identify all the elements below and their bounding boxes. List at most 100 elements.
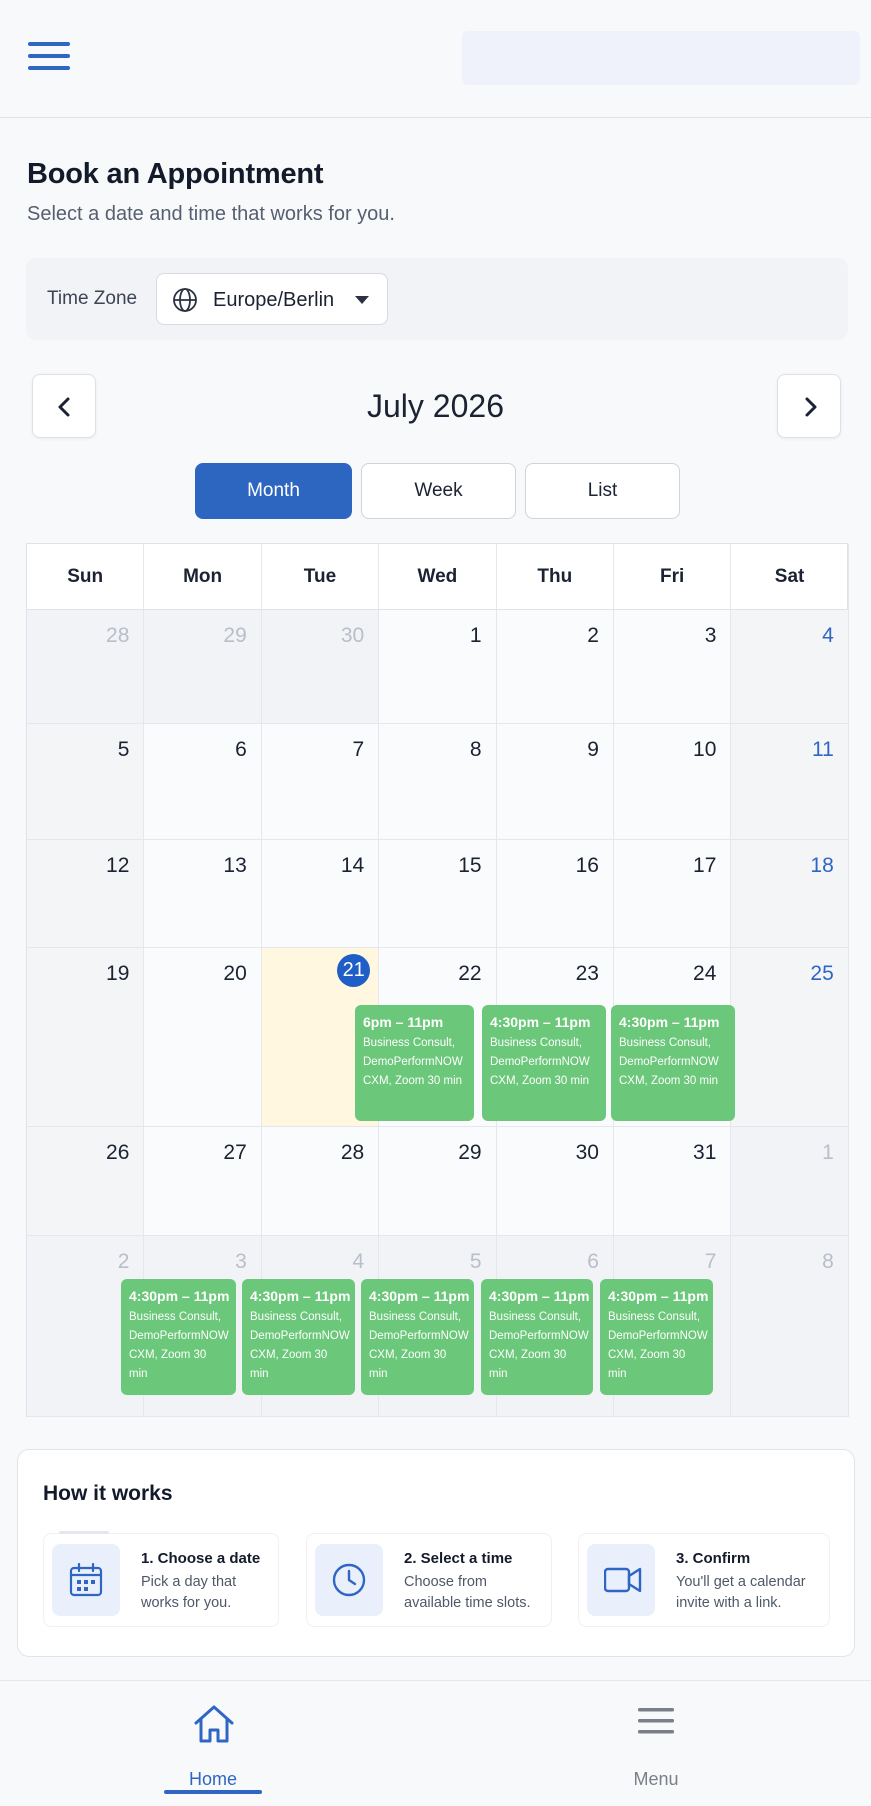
calendar-day-cell[interactable]: 31: [614, 1127, 732, 1236]
hamburger-icon[interactable]: [28, 40, 70, 72]
timezone-label: Time Zone: [47, 288, 138, 309]
calendar-day-cell[interactable]: 20: [144, 948, 262, 1127]
day-number: 25: [810, 962, 834, 985]
day-number: 24: [693, 962, 717, 985]
day-number: 7: [352, 738, 365, 761]
calendar-day-cell[interactable]: 15: [379, 840, 497, 948]
calendar-day-cell[interactable]: 1: [379, 610, 497, 724]
caret-down-icon: [355, 296, 369, 304]
event-description: Business Consult, DemoPerformNOW CXM, Zo…: [250, 1311, 350, 1380]
weekday-header: Mon: [144, 544, 262, 610]
nav-home-label: Home: [188, 1769, 237, 1789]
event-time: 6pm – 11pm: [363, 1014, 444, 1030]
calendar-day-cell[interactable]: 28: [261, 1127, 380, 1236]
day-number: 29: [458, 1141, 482, 1164]
calendar-day-cell[interactable]: 8: [731, 1236, 849, 1417]
view-list-button[interactable]: List: [525, 463, 680, 519]
event-slot[interactable]: 4:30pm – 11pm Business Consult, DemoPerfo…: [611, 1005, 735, 1121]
event-slot[interactable]: 4:30pm – 11pm Business Consult, DemoPerfo…: [482, 1005, 606, 1121]
step-accent: [59, 1531, 109, 1534]
calendar-day-cell[interactable]: 18: [731, 840, 849, 948]
view-month-button[interactable]: Month: [195, 463, 352, 519]
day-number: 7: [704, 1250, 717, 1273]
event-description: Business Consult, DemoPerformNOW CXM, Zo…: [619, 1037, 719, 1087]
calendar-day-cell[interactable]: 7: [261, 724, 380, 840]
weekday-header: Wed: [379, 544, 497, 610]
calendar-day-cell[interactable]: 29: [144, 610, 262, 724]
calendar-day-cell[interactable]: 13: [144, 840, 262, 948]
event-slot[interactable]: 4:30pm – 11pm Business Consult, DemoPerfo…: [361, 1279, 474, 1395]
day-number: 1: [469, 624, 482, 647]
calendar-day-cell[interactable]: 30: [496, 1127, 614, 1236]
day-number: 27: [223, 1141, 247, 1164]
calendar-day-cell[interactable]: 12: [27, 840, 145, 948]
day-number: 23: [575, 962, 599, 985]
day-number: 19: [106, 962, 130, 985]
day-number: 4: [822, 624, 834, 647]
calendar-day-cell[interactable]: 5: [27, 724, 145, 840]
day-number: 26: [106, 1141, 130, 1164]
calendar-day-cell[interactable]: 16: [496, 840, 614, 948]
calendar-day-cell[interactable]: 19: [27, 948, 145, 1127]
event-slot[interactable]: 4:30pm – 11pm Business Consult, DemoPerfo…: [481, 1279, 593, 1395]
calendar-day-cell[interactable]: 14: [261, 840, 380, 948]
view-week-button[interactable]: Week: [361, 463, 516, 519]
calendar-day-cell[interactable]: 27: [144, 1127, 262, 1236]
step-description: You'll get a calendar invite with a link…: [676, 1574, 806, 1611]
step-title: 1. Choose a date: [141, 1550, 261, 1567]
day-number: 22: [458, 962, 482, 985]
day-number: 5: [117, 738, 130, 761]
calendar-day-cell[interactable]: 9: [496, 724, 614, 840]
calendar-day-cell[interactable]: 17: [614, 840, 732, 948]
event-slot[interactable]: 4:30pm – 11pm Business Consult, DemoPerfo…: [242, 1279, 355, 1395]
day-number: 8: [822, 1250, 834, 1273]
event-time: 4:30pm – 11pm: [369, 1288, 470, 1304]
header-placeholder: [462, 31, 860, 85]
next-month-button[interactable]: [777, 374, 841, 438]
today-badge: 21: [337, 954, 371, 987]
calendar-day-cell[interactable]: 8: [379, 724, 497, 840]
calendar-day-cell[interactable]: 4: [731, 610, 849, 724]
calendar-day-cell[interactable]: 6: [144, 724, 262, 840]
day-number: 28: [340, 1141, 365, 1164]
timezone-value: Europe/Berlin: [213, 289, 335, 311]
calendar-day-cell[interactable]: 29: [379, 1127, 497, 1236]
clock-icon: [315, 1544, 383, 1616]
calendar-day-cell[interactable]: 28: [27, 610, 145, 724]
event-time: 4:30pm – 11pm: [490, 1014, 591, 1030]
day-number: 12: [106, 854, 130, 877]
calendar-day-cell[interactable]: 30: [261, 610, 380, 724]
calendar-day-cell[interactable]: 26: [27, 1127, 145, 1236]
day-number: 30: [340, 624, 365, 647]
timezone-card: Time Zone Europe/Berlin: [26, 258, 848, 340]
day-number: 2: [117, 1250, 130, 1273]
weekday-header: Sat: [731, 544, 849, 610]
day-number: 4: [352, 1250, 365, 1273]
event-description: Business Consult, DemoPerformNOW CXM, Zo…: [129, 1311, 229, 1380]
step-confirm: 3. Confirm You'll get a calendar invite …: [578, 1533, 830, 1627]
nav-home[interactable]: Home: [113, 1681, 313, 1806]
how-it-works-title: How it works: [43, 1482, 173, 1505]
timezone-select[interactable]: Europe/Berlin: [156, 273, 388, 325]
event-slot[interactable]: 6pm – 11pm Business Consult, DemoPerformN…: [355, 1005, 474, 1121]
calendar-grid: Sun Mon Tue Wed Thu Fri Sat 28 29 30 1 2 3 4 5 6 7 8 9 10 11…: [26, 543, 849, 1417]
calendar-icon: [52, 1544, 120, 1616]
calendar-day-cell[interactable]: 2: [496, 610, 614, 724]
calendar-day-cell[interactable]: 3: [614, 610, 732, 724]
day-number: 3: [235, 1250, 247, 1273]
step-description: Pick a day that works for you.: [141, 1574, 237, 1611]
how-it-works-card: How it works 1. Choose a date Pick a day…: [17, 1449, 855, 1657]
nav-menu[interactable]: Menu: [556, 1681, 756, 1806]
calendar-day-cell[interactable]: 10: [614, 724, 732, 840]
event-time: 4:30pm – 11pm: [489, 1288, 590, 1304]
day-number: 10: [693, 738, 717, 761]
calendar-day-cell[interactable]: 25: [731, 948, 849, 1127]
day-number: 13: [223, 854, 247, 877]
step-description: Choose from available time slots.: [404, 1574, 531, 1611]
calendar-day-cell[interactable]: 1: [731, 1127, 849, 1236]
chevron-right-icon: [805, 397, 817, 417]
calendar-day-cell[interactable]: 11: [731, 724, 849, 840]
event-slot[interactable]: 4:30pm – 11pm Business Consult, DemoPerfo…: [121, 1279, 236, 1395]
day-number: 5: [469, 1250, 482, 1273]
event-slot[interactable]: 4:30pm – 11pm Business Consult, DemoPerfo…: [600, 1279, 713, 1395]
